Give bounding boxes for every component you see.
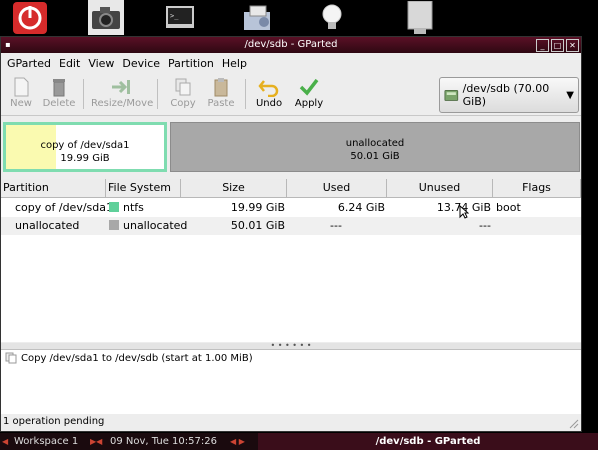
resize-grip-icon[interactable] (567, 417, 579, 429)
taskbar-item-gparted[interactable]: /dev/sdb - GParted (258, 433, 598, 450)
window-title: /dev/sdb - GParted (244, 39, 338, 50)
new-button[interactable]: New (1, 75, 41, 113)
toolbar-separator (245, 79, 246, 109)
column-header-unused[interactable]: Unused (387, 179, 493, 197)
terminal-launcher-icon[interactable]: >_ (162, 0, 198, 35)
pending-operation-label: Copy /dev/sda1 to /dev/sdb (start at 1.0… (21, 352, 253, 364)
monitor-launcher-icon[interactable] (404, 0, 436, 35)
cell-used: 6.24 GiB (337, 201, 385, 214)
menu-gparted[interactable]: GParted (5, 57, 57, 70)
undo-icon (258, 80, 279, 97)
table-header: Partition File System Size Used Unused F… (1, 179, 581, 198)
trash-icon (53, 79, 65, 97)
gparted-window: ▪ /dev/sdb - GParted _ □ ✕ GParted Edit … (0, 36, 582, 432)
cell-filesystem-label: ntfs (123, 201, 144, 214)
status-text: 1 operation pending (3, 416, 105, 427)
cell-unused: 13.74 GiB (436, 201, 491, 214)
disk-map: copy of /dev/sda1 19.99 GiB unallocated … (1, 120, 581, 174)
menu-view[interactable]: View (86, 57, 120, 70)
disk-map-unallocated[interactable]: unallocated 50.01 GiB (170, 122, 580, 172)
table-row[interactable]: unallocated unallocated 50.01 GiB --- --… (1, 217, 581, 235)
menu-help[interactable]: Help (220, 57, 253, 70)
device-selector-label: /dev/sdb (70.00 GiB) (462, 82, 550, 108)
minimize-button[interactable]: _ (536, 39, 549, 52)
checkmark-icon (299, 78, 319, 96)
cell-unused: --- (479, 219, 491, 232)
power-launcher-icon[interactable] (10, 0, 50, 35)
copy-button[interactable]: Copy (163, 75, 203, 113)
resize-move-button[interactable]: Resize/Move (91, 75, 153, 113)
device-selector[interactable]: /dev/sdb (70.00 GiB) ▼ (439, 77, 579, 113)
cell-filesystem: unallocated (109, 217, 187, 235)
resize-arrow-icon (112, 80, 130, 94)
column-header-size[interactable]: Size (181, 179, 287, 197)
cell-filesystem: ntfs (109, 199, 144, 217)
cell-filesystem-label: unallocated (123, 219, 188, 232)
undo-button[interactable]: Undo (249, 75, 289, 113)
pending-operation-item[interactable]: Copy /dev/sda1 to /dev/sdb (start at 1.0… (5, 352, 253, 364)
dropdown-arrow-icon: ▼ (566, 89, 574, 101)
maximize-button[interactable]: □ (551, 39, 564, 52)
pending-operations-pane: Copy /dev/sda1 to /dev/sdb (start at 1.0… (1, 349, 581, 414)
menu-device[interactable]: Device (120, 57, 166, 70)
disk-map-partition-name: copy of /dev/sda1 (40, 140, 130, 151)
column-header-filesystem[interactable]: File System (106, 179, 181, 197)
clock: 09 Nov, Tue 10:57:26 (110, 436, 217, 447)
delete-button[interactable]: Delete (39, 75, 79, 113)
copy-operation-icon (5, 352, 17, 364)
camera-launcher-icon[interactable] (88, 0, 124, 35)
menubar: GParted Edit View Device Partition Help (1, 54, 581, 72)
column-header-used[interactable]: Used (287, 179, 387, 197)
paste-button[interactable]: Paste (201, 75, 241, 113)
cell-flags: boot (496, 201, 521, 214)
menu-partition[interactable]: Partition (166, 57, 220, 70)
filesystem-color-swatch (109, 220, 119, 230)
paste-icon (214, 78, 228, 97)
disk-map-partition-ntfs[interactable]: copy of /dev/sda1 19.99 GiB (3, 122, 167, 172)
lightbulb-launcher-icon[interactable] (314, 0, 350, 35)
workspace-next-icon[interactable]: ▶◀ (90, 433, 102, 450)
taskbar-item-label: /dev/sdb - GParted (375, 436, 481, 447)
task-nav-icon[interactable]: ◀ ▶ (230, 433, 245, 450)
apply-button[interactable]: Apply (289, 75, 329, 113)
cell-size: 19.99 GiB (230, 201, 285, 214)
cell-used: --- (330, 219, 342, 232)
copy-icon (175, 78, 191, 96)
partition-table: Partition File System Size Used Unused F… (1, 179, 581, 342)
window-titlebar[interactable]: ▪ /dev/sdb - GParted _ □ ✕ (1, 37, 581, 53)
mouse-cursor-icon (459, 205, 469, 219)
column-header-flags[interactable]: Flags (493, 179, 581, 197)
taskbar: ◀ Workspace 1 ▶◀ 09 Nov, Tue 10:57:26 ◀ … (0, 433, 598, 450)
disk-map-unallocated-size: 50.01 GiB (350, 151, 400, 162)
close-button[interactable]: ✕ (566, 39, 579, 52)
svg-text:>_: >_ (170, 12, 179, 20)
disk-map-partition-size: 19.99 GiB (60, 153, 110, 164)
toolbar-separator (83, 79, 84, 109)
window-menu-icon[interactable]: ▪ (3, 40, 13, 50)
cell-partition: copy of /dev/sda1 (15, 201, 113, 214)
menu-edit[interactable]: Edit (57, 57, 86, 70)
workspace-prev-icon[interactable]: ◀ (2, 433, 8, 450)
settings-launcher-icon[interactable] (240, 0, 276, 35)
disk-map-unallocated-name: unallocated (345, 138, 405, 149)
drive-icon (444, 89, 459, 101)
column-header-partition[interactable]: Partition (1, 179, 106, 197)
table-row[interactable]: copy of /dev/sda1 ntfs 19.99 GiB 6.24 Gi… (1, 199, 581, 217)
new-document-icon (14, 77, 29, 97)
workspace-label[interactable]: Workspace 1 (14, 433, 78, 450)
filesystem-color-swatch (109, 202, 119, 212)
cell-partition: unallocated (15, 219, 80, 232)
status-bar: 1 operation pending (1, 413, 581, 431)
cell-size: 50.01 GiB (230, 219, 285, 232)
toolbar-separator (157, 79, 158, 109)
